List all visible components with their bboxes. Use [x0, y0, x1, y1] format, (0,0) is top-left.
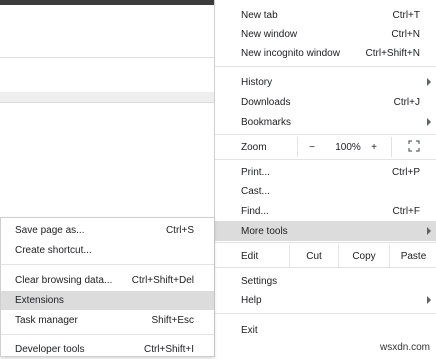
paste-button[interactable]: Paste [390, 245, 436, 267]
menu-item-downloads[interactable]: Downloads Ctrl+J [215, 92, 436, 112]
zoom-level-value: 100% [335, 141, 361, 153]
menu-item-more-tools[interactable]: More tools [215, 221, 436, 241]
submenu-arrow-icon [427, 227, 431, 235]
zoom-out-button[interactable]: − [299, 137, 325, 157]
menu-item-settings[interactable]: Settings [215, 271, 436, 291]
cut-button[interactable]: Cut [290, 245, 338, 267]
menu-item-label: New incognito window [241, 47, 340, 59]
page-divider [0, 102, 214, 103]
copy-button[interactable]: Copy [339, 245, 389, 267]
menu-item-label: Downloads [241, 96, 291, 108]
submenu-item-shortcut: Shift+Esc [151, 315, 194, 326]
menu-item-find[interactable]: Find... Ctrl+F [215, 201, 436, 221]
menu-item-history[interactable]: History [215, 72, 436, 92]
menu-item-help[interactable]: Help [215, 290, 436, 310]
submenu-item-label: Save page as... [15, 225, 85, 236]
menu-item-label: Bookmarks [241, 116, 292, 128]
menu-item-edit: Edit Cut Copy Paste [215, 245, 436, 267]
menu-separator [215, 134, 436, 135]
paste-label: Paste [400, 250, 427, 262]
menu-item-label: Exit [241, 324, 258, 336]
menu-separator [215, 66, 436, 67]
zoom-divider [297, 137, 298, 157]
copy-label: Copy [352, 250, 376, 262]
menu-separator [215, 242, 436, 243]
menu-item-print[interactable]: Print... Ctrl+P [215, 162, 436, 182]
submenu-item-shortcut: Ctrl+Shift+Del [131, 275, 194, 286]
submenu-item-label: Extensions [15, 295, 64, 306]
menu-item-label: Help [241, 294, 262, 306]
zoom-in-label: + [371, 141, 377, 153]
menu-item-label: Zoom [241, 141, 267, 153]
menu-item-shortcut: Ctrl+P [391, 166, 420, 178]
submenu-item-shortcut: Ctrl+Shift+I [143, 344, 194, 355]
submenu-item-create-shortcut[interactable]: Create shortcut... [1, 241, 214, 260]
menu-item-new-incognito[interactable]: New incognito window Ctrl+Shift+N [215, 43, 436, 63]
chrome-main-menu: New tab Ctrl+T New window Ctrl+N New inc… [214, 0, 436, 357]
menu-item-bookmarks[interactable]: Bookmarks [215, 112, 436, 132]
submenu-item-task-manager[interactable]: Task manager Shift+Esc [1, 311, 214, 330]
menu-item-label: Cast... [241, 185, 270, 197]
menu-item-label: Settings [241, 275, 278, 287]
menu-item-zoom: Zoom − 100% + [215, 137, 436, 157]
zoom-divider [391, 137, 392, 157]
submenu-item-save-page[interactable]: Save page as... Ctrl+S [1, 221, 214, 240]
menu-item-label: History [241, 76, 273, 88]
submenu-item-label: Clear browsing data... [15, 275, 113, 286]
zoom-in-button[interactable]: + [365, 137, 383, 157]
menu-item-label: New window [241, 28, 298, 40]
watermark: wsxdn.com [379, 342, 430, 353]
submenu-item-label: Create shortcut... [15, 245, 92, 256]
menu-item-label: Print... [241, 166, 270, 178]
menu-item-shortcut: Ctrl+T [392, 9, 421, 21]
menu-item-exit[interactable]: Exit [215, 320, 436, 340]
menu-item-label: New tab [241, 9, 278, 21]
submenu-item-label: Task manager [15, 315, 78, 326]
menu-item-cast[interactable]: Cast... [215, 181, 436, 201]
menu-item-new-window[interactable]: New window Ctrl+N [215, 24, 436, 44]
submenu-separator [1, 264, 214, 265]
submenu-arrow-icon [427, 296, 431, 304]
submenu-separator [1, 334, 214, 335]
fullscreen-icon[interactable] [408, 140, 420, 152]
menu-separator [215, 267, 436, 268]
menu-item-shortcut: Ctrl+J [393, 96, 420, 108]
page-divider [0, 57, 214, 58]
cut-label: Cut [306, 250, 322, 262]
submenu-item-developer-tools[interactable]: Developer tools Ctrl+Shift+I [1, 340, 214, 359]
menu-item-label: Find... [241, 205, 269, 217]
menu-item-shortcut: Ctrl+N [391, 28, 420, 40]
menu-item-new-tab[interactable]: New tab Ctrl+T [215, 5, 436, 25]
submenu-item-clear-browsing-data[interactable]: Clear browsing data... Ctrl+Shift+Del [1, 271, 214, 290]
menu-item-shortcut: Ctrl+F [392, 205, 421, 217]
submenu-arrow-icon [427, 78, 431, 86]
more-tools-submenu: Save page as... Ctrl+S Create shortcut..… [0, 217, 214, 357]
menu-item-label: More tools [241, 225, 288, 237]
menu-separator [215, 313, 436, 314]
submenu-item-extensions[interactable]: Extensions [1, 291, 214, 310]
page-band [0, 92, 214, 102]
submenu-item-label: Developer tools [15, 344, 85, 355]
submenu-item-shortcut: Ctrl+S [165, 225, 194, 236]
zoom-out-label: − [309, 141, 315, 153]
submenu-arrow-icon [427, 118, 431, 126]
menu-separator [215, 159, 436, 160]
menu-item-label: Edit [241, 250, 259, 262]
menu-item-shortcut: Ctrl+Shift+N [365, 47, 420, 59]
